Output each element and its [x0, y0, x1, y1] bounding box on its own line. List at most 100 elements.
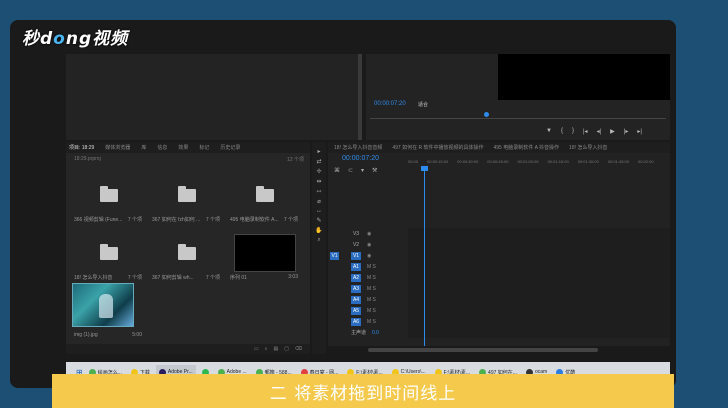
project-tab[interactable]: 项目: 18:29 — [69, 144, 94, 151]
track-target[interactable] — [330, 274, 339, 282]
snap-icon[interactable]: ⌘ — [334, 167, 340, 174]
timeline-tab[interactable]: 18! 怎么导入抖音音频 — [334, 144, 382, 151]
track-target[interactable] — [330, 307, 339, 315]
item-name: 495 电脑录制软件 A... — [230, 217, 279, 223]
project-tab[interactable]: 效果 — [178, 144, 188, 151]
caption-text: 二 将素材拖到时间线上 — [269, 383, 457, 404]
tool-icon[interactable]: ✎ — [316, 217, 321, 224]
timeline-panel: 18! 怎么导入抖音音频 497 如何在 R 软件中播放视频的具体操作 495 电脑… — [328, 142, 670, 354]
trash-icon[interactable]: ⌫ — [295, 346, 302, 352]
tool-icon[interactable]: ✢ — [316, 168, 321, 175]
ruler-tick-label: 00:01:30:00 — [577, 159, 599, 164]
transport-button[interactable]: |◂ — [583, 128, 588, 135]
track-headers: V3 ◉ V2 ◉ V1 V1 ◉ A1 M S A2 M S A3 M S A4 M S A5 M S A6 M … — [328, 228, 408, 338]
project-tab[interactable]: 媒体浏览器 — [105, 144, 130, 151]
fit-select[interactable]: 适合 — [418, 101, 428, 108]
wrench-icon[interactable]: ⚒ — [372, 167, 377, 174]
search-icon[interactable]: ⌕ — [265, 346, 268, 352]
timeline-ruler[interactable]: 00:00 00:00:15:00 00:00:30:00 00:00:45:00 00… — [408, 159, 670, 171]
program-video-area — [498, 54, 670, 100]
master-value: 0.0 — [372, 329, 379, 336]
tool-icon[interactable]: ⇄ — [316, 158, 321, 165]
timeline-tools: ⌘ ⊂ ▾ ⚒ — [334, 167, 377, 174]
tool-icon[interactable]: ✋ — [315, 227, 322, 234]
program-ruler[interactable] — [370, 114, 666, 119]
tool-icon[interactable]: ⌕ — [317, 237, 320, 244]
project-bottom-bar: ▭ ⌕ ▤ ▢ ⌫ — [66, 344, 310, 354]
track-target[interactable] — [330, 285, 339, 293]
project-count: 12 个项 — [287, 157, 304, 163]
transport-button[interactable]: ▼ — [546, 128, 552, 135]
project-item[interactable]: 495 电脑录制软件 A... 7 个项 — [230, 172, 300, 226]
tool-icon[interactable]: ⇹ — [316, 178, 321, 185]
track-target[interactable] — [330, 318, 339, 326]
timeline-tab[interactable]: 497 如何在 R 软件中播放视频的具体操作 — [392, 144, 483, 151]
project-tab[interactable]: 标记 — [199, 144, 209, 151]
tracks-area[interactable] — [408, 228, 670, 338]
video-track: V3 ◉ — [328, 228, 408, 239]
transport-button[interactable]: ◂| — [597, 128, 602, 135]
new-item-icon[interactable]: ▢ — [284, 346, 289, 352]
item-count: 7 个项 — [205, 217, 220, 223]
item-thumbnail — [78, 178, 140, 212]
item-name: 367 如何剪辑 wh... — [152, 275, 194, 281]
tool-icon[interactable]: ⌀ — [317, 198, 321, 205]
item-name: img (1).jpg — [74, 332, 98, 338]
transport-button[interactable]: |▸ — [624, 128, 629, 135]
timeline-tabs: 18! 怎么导入抖音音频 497 如何在 R 软件中播放视频的具体操作 495 电脑… — [328, 142, 670, 153]
eye-icon[interactable]: ◉ — [367, 253, 371, 259]
mute-icon[interactable]: M S — [367, 275, 376, 281]
program-monitor: 00:00:07:20 适合 ▼ {} |◂ ◂| ▶ |▸ ▸| — [366, 54, 670, 140]
track-name: A5 — [351, 306, 361, 315]
timeline-scrollbar[interactable] — [328, 346, 670, 354]
transport-button[interactable]: ▶ — [610, 128, 615, 135]
project-tab[interactable]: 信息 — [157, 144, 167, 151]
timeline-tab[interactable]: 495 电脑录制软件 A 抖音操作 — [493, 144, 559, 151]
project-item[interactable]: 366 视频剪辑 (Fune... 7 个项 — [74, 172, 144, 226]
mute-icon[interactable]: M S — [367, 264, 376, 270]
project-item[interactable]: 序列 01 3:03 — [230, 230, 300, 284]
mute-icon[interactable]: M S — [367, 286, 376, 292]
track-target[interactable] — [330, 263, 339, 271]
folder-icon — [178, 185, 196, 202]
mute-icon[interactable]: M S — [367, 308, 376, 314]
program-playhead[interactable] — [484, 112, 489, 117]
tool-icon[interactable]: ⇿ — [316, 188, 321, 195]
program-timecode[interactable]: 00:00:07:20 — [374, 101, 406, 107]
scrollbar[interactable] — [358, 54, 362, 140]
project-item[interactable]: 18! 怎么导入抖音 7 个项 — [74, 230, 144, 284]
timeline-playhead[interactable] — [421, 166, 428, 346]
new-bin-icon[interactable]: ▭ — [254, 346, 259, 352]
project-panel: 项目: 18:29 媒体浏览器 库 信息 效果 标记 历史记录 18:29.prproj 1… — [66, 142, 310, 354]
tool-icon[interactable]: ↔ — [316, 208, 322, 214]
track-target[interactable] — [330, 230, 339, 238]
project-item[interactable]: img (1).jpg 5:00 — [72, 283, 144, 342]
timeline-tab[interactable]: 18! 怎么导入抖音 — [569, 144, 607, 151]
item-count: 7 个项 — [127, 275, 142, 281]
track-target[interactable] — [330, 296, 339, 304]
source-monitor — [66, 54, 362, 140]
eye-icon[interactable]: ◉ — [367, 231, 371, 237]
mute-icon[interactable]: M S — [367, 319, 376, 325]
ruler-tick-label: 00:01:00:00 — [517, 159, 539, 164]
eye-icon[interactable]: ◉ — [367, 242, 371, 248]
timeline-timecode[interactable]: 00:00:07:20 — [342, 155, 379, 162]
project-item[interactable]: 367 如何在 fzh如何 ... 7 个项 — [152, 172, 222, 226]
marker-icon[interactable]: ▾ — [361, 167, 364, 174]
track-target[interactable] — [330, 241, 339, 249]
mute-icon[interactable]: M S — [367, 297, 376, 303]
transport-button[interactable]: { — [561, 128, 563, 135]
project-item[interactable]: 367 如何剪辑 wh... 7 个项 — [152, 230, 222, 284]
track-target[interactable]: V1 — [330, 251, 339, 260]
transport-button[interactable]: } — [572, 128, 574, 135]
transport-button[interactable]: ▸| — [637, 128, 642, 135]
link-icon[interactable]: ⊂ — [348, 167, 353, 174]
tool-icon[interactable]: ▸ — [317, 148, 320, 155]
item-thumbnail — [78, 236, 140, 270]
project-tab[interactable]: 历史记录 — [220, 144, 240, 151]
logo: 秒dong视频 — [22, 29, 129, 49]
project-tab[interactable]: 库 — [141, 144, 146, 151]
track-name: A2 — [351, 273, 361, 282]
item-thumbnail — [156, 178, 218, 212]
folder-icon[interactable]: ▤ — [273, 346, 278, 352]
